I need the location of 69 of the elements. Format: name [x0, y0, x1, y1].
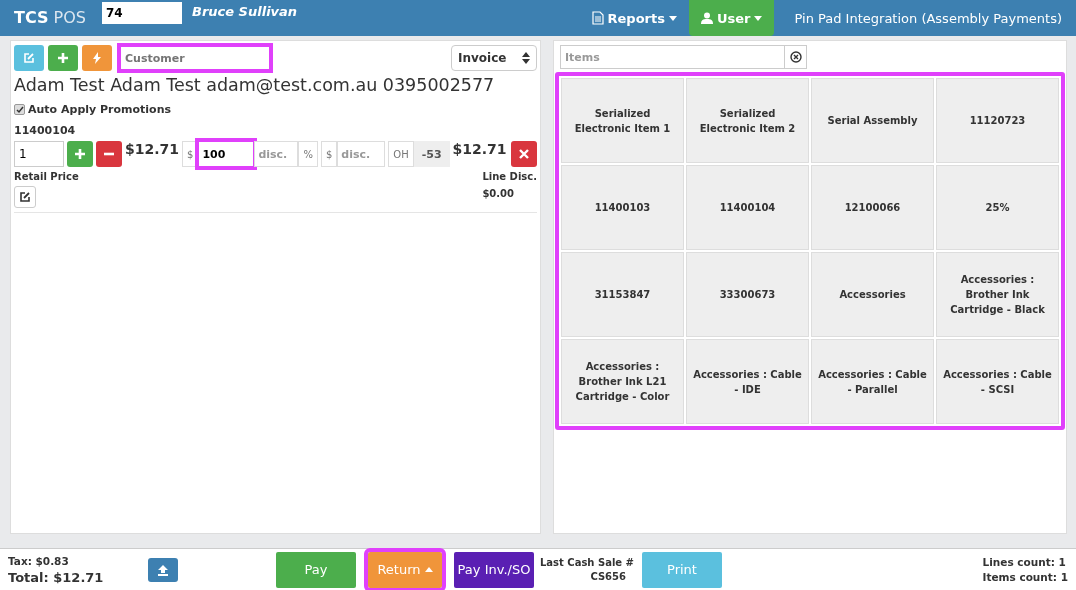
quantity-field[interactable]: 1: [14, 141, 64, 167]
items-count: Items count: 1: [982, 571, 1068, 583]
unit-price: $12.71: [125, 141, 180, 157]
item-tile[interactable]: 33300673: [686, 252, 809, 337]
item-tile[interactable]: Accessories: [811, 252, 934, 337]
plus-icon: [74, 148, 86, 160]
item-tile[interactable]: Accessories : Cable - SCSI: [936, 339, 1059, 424]
line-discount-label: Line Disc.: [482, 171, 537, 182]
tax-amount: Tax: $0.83: [8, 554, 70, 567]
items-search-field[interactable]: Items: [560, 45, 785, 69]
item-tile[interactable]: 11120723: [936, 78, 1059, 163]
percent-addon: %: [298, 141, 318, 167]
document-icon: [591, 11, 604, 25]
caret-icon: [668, 15, 677, 21]
plus-icon: [57, 52, 69, 64]
currency-addon: $: [320, 141, 338, 167]
reports-menu[interactable]: Reports: [579, 0, 689, 36]
remove-line-button[interactable]: [511, 141, 537, 167]
item-tile[interactable]: Accessories : Brother Ink L21 Cartridge - Color: [561, 339, 684, 424]
discount-field[interactable]: 100: [198, 141, 255, 167]
increase-button[interactable]: [67, 141, 93, 167]
item-code: 11400104: [14, 124, 77, 137]
last-sale-number: CS656: [589, 571, 626, 582]
register-field[interactable]: 74: [102, 2, 182, 24]
lines-count: Lines count: 1: [982, 556, 1067, 568]
customer-field[interactable]: Customer: [120, 46, 270, 70]
line-discount-value: $0.00: [482, 188, 516, 199]
edit-price-button[interactable]: [14, 186, 36, 208]
item-tile[interactable]: Serial Assembly: [811, 78, 934, 163]
on-hand-addon: OH: [388, 141, 414, 167]
discount-amount-field[interactable]: disc.: [337, 141, 386, 167]
updown-icon: [522, 52, 530, 64]
item-tile[interactable]: 12100066: [811, 165, 934, 250]
caret-icon: [424, 567, 433, 572]
edit-icon: [23, 52, 35, 64]
item-tile[interactable]: Accessories : Cable - IDE: [686, 339, 809, 424]
document-type-select[interactable]: Invoice: [451, 45, 537, 71]
item-tile[interactable]: Accessories : Cable - Parallel: [811, 339, 934, 424]
checkbox[interactable]: [14, 104, 25, 115]
item-tile[interactable]: 31153847: [561, 252, 684, 337]
clear-search-button[interactable]: [785, 45, 807, 69]
sale-total: Total: $12.71: [8, 569, 105, 585]
caret-icon: [754, 15, 763, 21]
discount-percent-field[interactable]: disc.: [254, 141, 299, 167]
clear-icon: [789, 51, 802, 63]
app-logo: TCS POS: [13, 7, 87, 29]
lightning-icon: [92, 52, 102, 64]
item-tile[interactable]: Accessories : Brother Ink Cartridge - Black: [936, 252, 1059, 337]
checkbox-label: Auto Apply Promotions: [28, 103, 172, 116]
retail-price-label: Retail Price: [14, 171, 79, 182]
upload-button[interactable]: [148, 557, 178, 582]
item-tile[interactable]: Serialized Electronic Item 1: [561, 78, 684, 163]
pay-invoice-button[interactable]: Pay Inv./SO: [454, 551, 534, 588]
integration-label: Pin Pad Integration (Assembly Payments): [793, 9, 1063, 28]
upload-icon: [157, 563, 169, 576]
close-icon: [519, 149, 529, 159]
item-tile[interactable]: 11400103: [561, 165, 684, 250]
add-customer-button[interactable]: [48, 45, 78, 71]
item-tile[interactable]: Serialized Electronic Item 2: [686, 78, 809, 163]
user-name: Bruce Sullivan: [191, 3, 299, 21]
line-total: $12.71: [452, 141, 507, 157]
item-tile[interactable]: 11400104: [686, 165, 809, 250]
customer-details: Adam Test Adam Test adam@test.com.au 0395002577: [14, 75, 496, 95]
user-icon: [700, 12, 713, 24]
edit-icon: [19, 191, 31, 203]
last-sale-label: Last Cash Sale #: [539, 557, 634, 568]
decrease-button[interactable]: [96, 141, 122, 167]
on-hand-value: -53: [413, 141, 450, 167]
item-tile[interactable]: 25%: [936, 165, 1059, 250]
